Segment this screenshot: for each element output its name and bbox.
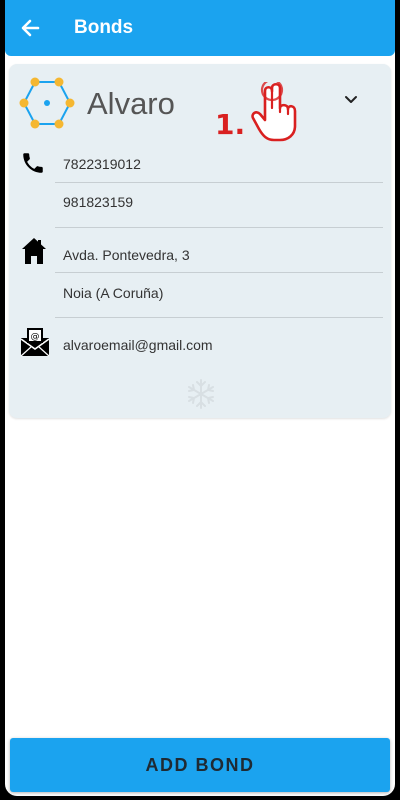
email-address[interactable]: alvaroemail@gmail.com: [63, 337, 213, 353]
phone-icon: [23, 153, 43, 173]
address-line-2[interactable]: Noia (A Coruña): [63, 285, 163, 301]
bond-card[interactable]: Alvaro 1. 7822319012 981823159 Avda. Pon…: [9, 64, 391, 418]
back-button[interactable]: [15, 12, 47, 44]
address-line-1[interactable]: Avda. Pontevedra, 3: [63, 247, 190, 263]
phone-screen: Bonds Alvaro 1. 7822319012 981823159 Avd…: [5, 0, 395, 796]
divider: [55, 272, 383, 273]
pointing-hand-icon: [251, 82, 297, 142]
email-icon: @: [20, 328, 50, 357]
divider: [55, 227, 383, 228]
chevron-down-icon: [345, 96, 357, 103]
page-title: Bonds: [74, 17, 134, 38]
bond-name[interactable]: Alvaro: [87, 86, 175, 122]
svg-text:@: @: [31, 332, 40, 342]
phone-number-secondary[interactable]: 981823159: [63, 194, 133, 210]
circle-network-icon: [19, 77, 75, 129]
app-bar: Bonds: [5, 0, 395, 56]
phone-number-primary[interactable]: 7822319012: [63, 156, 141, 172]
home-icon: [22, 238, 46, 264]
add-bond-button[interactable]: ADD BOND: [10, 738, 390, 792]
expand-button[interactable]: [341, 90, 361, 110]
snowflake-icon: [188, 379, 214, 409]
arrow-left-icon: [21, 19, 40, 37]
annotation-step-label: 1.: [215, 108, 246, 141]
divider: [55, 182, 383, 183]
divider: [55, 317, 383, 318]
